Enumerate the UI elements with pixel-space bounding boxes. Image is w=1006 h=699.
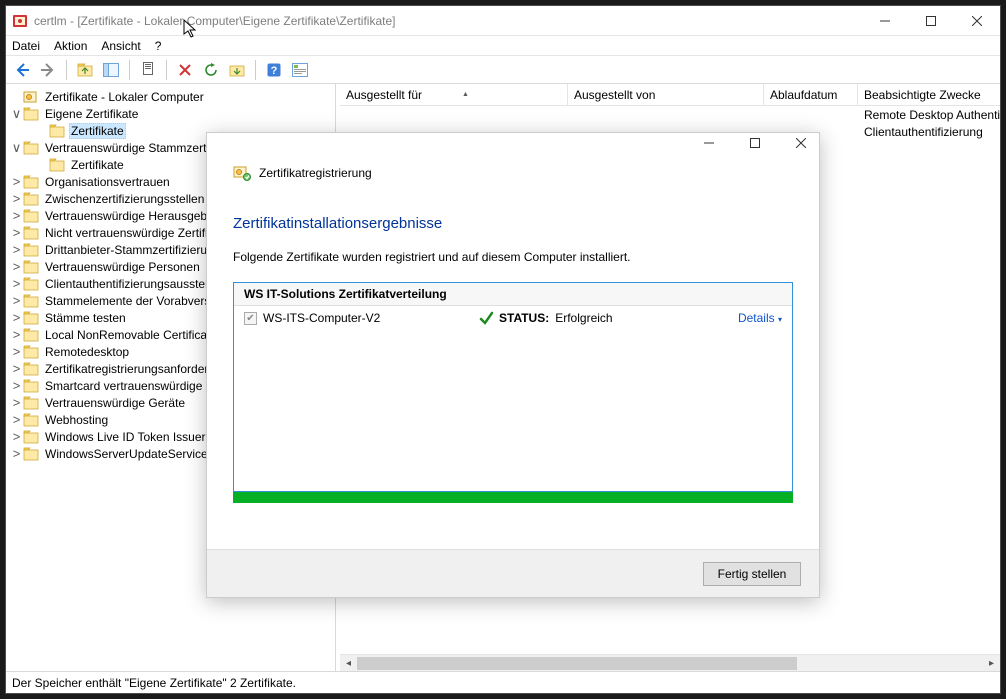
checkbox-checked-icon: ✔: [244, 312, 257, 325]
properties-button[interactable]: [290, 60, 310, 80]
menubar: Datei Aktion Ansicht ?: [6, 36, 1000, 56]
tree-item-label: WindowsServerUpdateServices: [43, 447, 216, 461]
tree-twister[interactable]: >: [10, 396, 23, 409]
details-toggle[interactable]: Details ▾: [738, 311, 782, 325]
success-icon: [479, 311, 493, 325]
column-issued-to[interactable]: Ausgestellt für▲: [340, 84, 568, 105]
tree-item-label: Nicht vertrauenswürdige Zertifikate: [43, 226, 232, 240]
result-cert-name: WS-ITS-Computer-V2: [263, 311, 473, 325]
scroll-right-icon[interactable]: ▸: [983, 655, 1000, 671]
tree-twister[interactable]: >: [10, 175, 23, 188]
tree-twister[interactable]: >: [10, 243, 23, 256]
tree-item-label: Stämme testen: [43, 311, 128, 325]
tree-item-label: Vertrauenswürdige Herausgeber: [43, 209, 220, 223]
tree-item-label: Webhosting: [43, 413, 110, 427]
result-box: WS IT-Solutions Zertifikatverteilung ✔ W…: [233, 282, 793, 492]
forward-button[interactable]: [38, 60, 58, 80]
enrollment-wizard-dialog: Zertifikatregistrierung Zertifikatinstal…: [206, 132, 820, 598]
tree-twister[interactable]: >: [10, 413, 23, 426]
toolbar: ?: [6, 56, 1000, 84]
tree-item-label: Organisationsvertrauen: [43, 175, 172, 189]
tree-twister[interactable]: ∨: [10, 107, 23, 120]
menu-help[interactable]: ?: [155, 39, 162, 53]
menu-file[interactable]: Datei: [12, 39, 40, 53]
tree-twister[interactable]: >: [10, 192, 23, 205]
tree-twister[interactable]: ∨: [10, 141, 23, 154]
export-button[interactable]: [227, 60, 247, 80]
status-value: Erfolgreich: [555, 311, 612, 325]
scroll-thumb[interactable]: [357, 657, 797, 670]
tree-root[interactable]: Zertifikate - Lokaler Computer: [6, 88, 335, 105]
tree-twister[interactable]: >: [10, 209, 23, 222]
statusbar: Der Speicher enthält "Eigene Zertifikate…: [6, 671, 1000, 693]
tree-item-label: Zertifikate: [69, 158, 126, 172]
column-expiry[interactable]: Ablaufdatum: [764, 84, 858, 105]
menu-view[interactable]: Ansicht: [101, 39, 140, 53]
tree-twister[interactable]: >: [10, 260, 23, 273]
titlebar: certlm - [Zertifikate - Lokaler Computer…: [6, 6, 1000, 36]
wizard-title: Zertifikatinstallationsergebnisse: [233, 215, 793, 232]
column-purposes[interactable]: Beabsichtigte Zwecke: [858, 84, 1000, 105]
tree-twister[interactable]: >: [10, 311, 23, 324]
result-item: ✔ WS-ITS-Computer-V2 STATUS: Erfolgreich…: [234, 306, 792, 330]
tree-item-label: Clientauthentifizierungsaussteller: [43, 277, 223, 291]
tree-twister[interactable]: >: [10, 226, 23, 239]
tree-node-own-certs[interactable]: ∨ Eigene Zertifikate: [6, 105, 335, 122]
tree-twister[interactable]: >: [10, 277, 23, 290]
tree-twister[interactable]: >: [10, 447, 23, 460]
scroll-left-icon[interactable]: ◂: [340, 655, 357, 671]
refresh-button[interactable]: [201, 60, 221, 80]
wizard-name: Zertifikatregistrierung: [259, 166, 372, 180]
dialog-close-button[interactable]: [787, 135, 815, 151]
dialog-maximize-button[interactable]: [741, 135, 769, 151]
tree-item-label: Remotedesktop: [43, 345, 131, 359]
up-folder-button[interactable]: [75, 60, 95, 80]
tree-twister[interactable]: >: [10, 430, 23, 443]
close-button[interactable]: [954, 6, 1000, 36]
tree-item-label: Windows Live ID Token Issuer: [43, 430, 208, 444]
app-icon: [12, 13, 28, 29]
cut-button[interactable]: [138, 60, 158, 80]
help-button[interactable]: ?: [264, 60, 284, 80]
tree-item-label: Vertrauenswürdige Geräte: [43, 396, 187, 410]
delete-button[interactable]: [175, 60, 195, 80]
tree-twister[interactable]: >: [10, 362, 23, 375]
back-button[interactable]: [12, 60, 32, 80]
h-scrollbar[interactable]: ◂ ▸: [340, 654, 1000, 671]
tree-twister[interactable]: >: [10, 294, 23, 307]
minimize-button[interactable]: [862, 6, 908, 36]
cell-purposes: Clientauthentifizierung: [864, 125, 983, 139]
finish-button[interactable]: Fertig stellen: [703, 562, 801, 586]
cell-purposes: Remote Desktop Authentication: [864, 108, 1000, 122]
wizard-icon: [233, 165, 251, 181]
tree-twister[interactable]: >: [10, 379, 23, 392]
list-header: Ausgestellt für▲ Ausgestellt von Ablaufd…: [340, 84, 1000, 106]
tree-item-label: Stammelemente der Vorabversion: [43, 294, 228, 308]
table-row[interactable]: Remote Desktop Authentication: [340, 106, 1000, 123]
tree-item-label: Zwischenzertifizierungsstellen: [43, 192, 206, 206]
result-box-header: WS IT-Solutions Zertifikatverteilung: [234, 283, 792, 306]
tree-item-label: Vertrauenswürdige Personen: [43, 260, 202, 274]
wizard-subtitle: Folgende Zertifikate wurden registriert …: [233, 250, 793, 264]
column-issued-by[interactable]: Ausgestellt von: [568, 84, 764, 105]
tree-item-label: Local NonRemovable Certificates: [43, 328, 225, 342]
dialog-minimize-button[interactable]: [695, 135, 723, 151]
tree-item-label: Zertifikate: [69, 123, 126, 139]
menu-action[interactable]: Aktion: [54, 39, 87, 53]
show-hide-tree-button[interactable]: [101, 60, 121, 80]
status-text: Der Speicher enthält "Eigene Zertifikate…: [12, 676, 296, 690]
window-title: certlm - [Zertifikate - Lokaler Computer…: [34, 14, 862, 28]
status-label: STATUS:: [499, 311, 549, 325]
tree-item-label: Zertifikate - Lokaler Computer: [43, 90, 206, 104]
progress-bar: [233, 492, 793, 503]
maximize-button[interactable]: [908, 6, 954, 36]
tree-item-label: Eigene Zertifikate: [43, 107, 140, 121]
svg-text:?: ?: [271, 65, 278, 77]
chevron-down-icon: ▾: [778, 315, 782, 324]
tree-twister[interactable]: >: [10, 328, 23, 341]
tree-twister[interactable]: >: [10, 345, 23, 358]
